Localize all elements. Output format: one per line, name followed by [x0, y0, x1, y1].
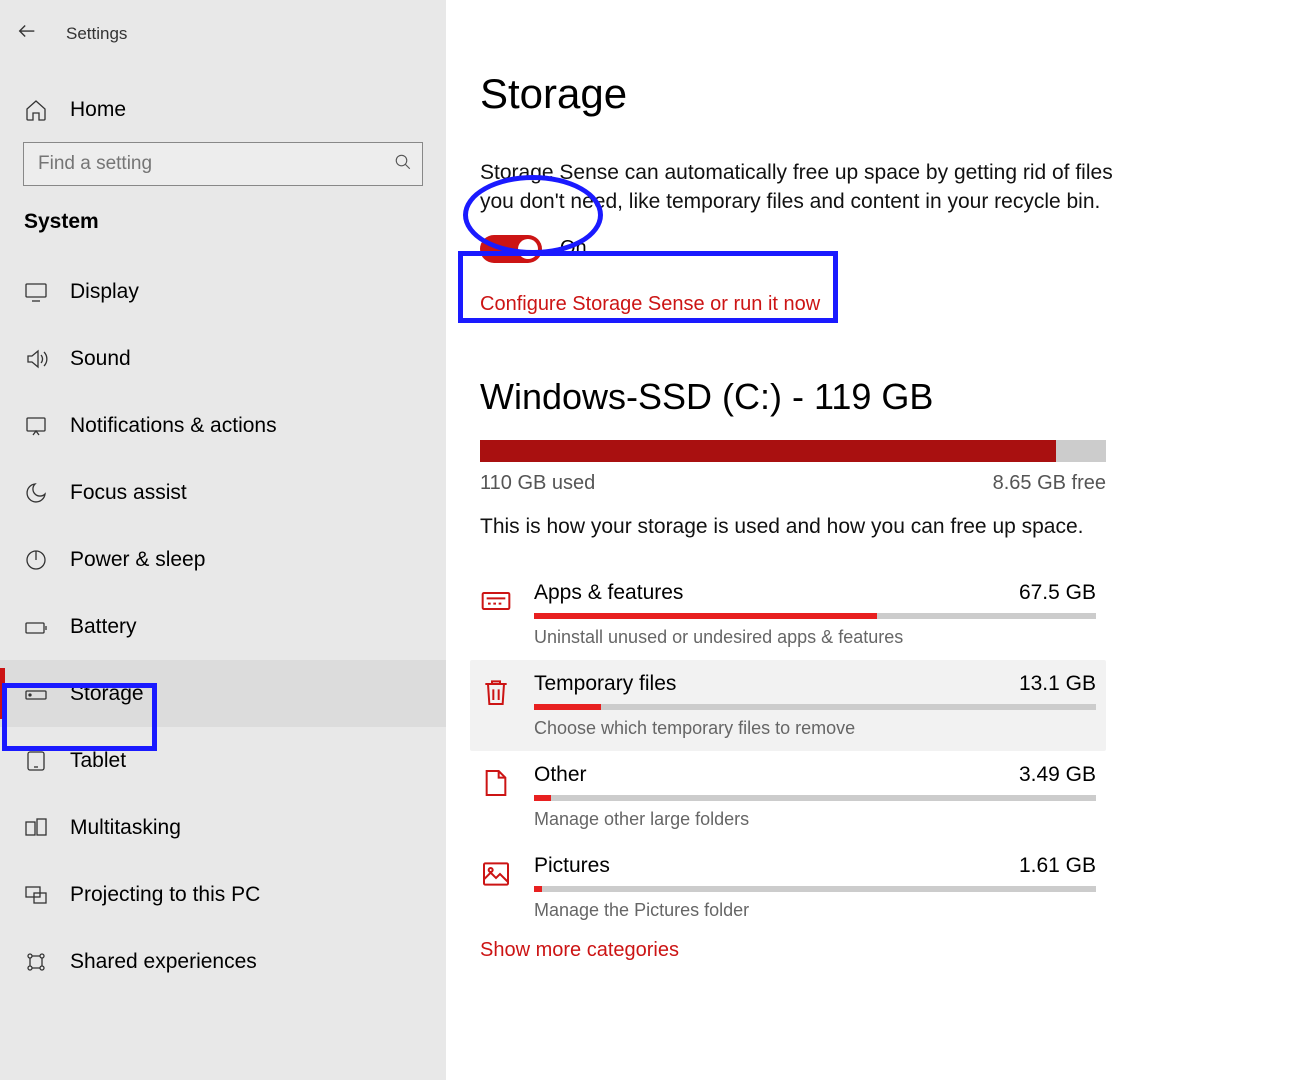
usage-description: This is how your storage is used and how… — [480, 515, 1233, 539]
nav-item-sound[interactable]: Sound — [0, 325, 446, 392]
main-content: Storage Storage Sense can automatically … — [446, 0, 1293, 1080]
sidebar: Settings Home System Display Sound Notif… — [0, 0, 446, 1080]
search-input-wrap[interactable] — [23, 142, 423, 186]
category-subtext: Choose which temporary files to remove — [534, 718, 1096, 739]
nav-label: Battery — [70, 615, 137, 639]
category-subtext: Manage the Pictures folder — [534, 900, 1096, 921]
category-size: 3.49 GB — [1019, 763, 1096, 787]
nav-label: Focus assist — [70, 481, 187, 505]
shared-experiences-icon — [24, 950, 48, 974]
section-heading-system: System — [0, 210, 446, 258]
battery-icon — [24, 615, 48, 639]
category-size: 1.61 GB — [1019, 854, 1096, 878]
nav-home[interactable]: Home — [0, 78, 446, 142]
configure-storage-sense-link[interactable]: Configure Storage Sense or run it now — [480, 293, 820, 316]
nav-label: Multitasking — [70, 816, 181, 840]
page-title: Storage — [480, 70, 1233, 118]
home-icon — [24, 98, 48, 122]
tablet-icon — [24, 749, 48, 773]
drive-usage-bar — [480, 440, 1106, 462]
drive-used-label: 110 GB used — [480, 472, 595, 495]
category-subtext: Manage other large folders — [534, 809, 1096, 830]
search-input[interactable] — [38, 153, 394, 175]
category-bar — [534, 795, 1096, 801]
category-icon — [480, 858, 512, 890]
nav-item-power-sleep[interactable]: Power & sleep — [0, 526, 446, 593]
nav-label: Storage — [70, 682, 144, 706]
nav-label: Projecting to this PC — [70, 883, 260, 907]
nav-item-multitasking[interactable]: Multitasking — [0, 794, 446, 861]
app-title: Settings — [66, 24, 127, 44]
nav-list: Display Sound Notifications & actions Fo… — [0, 258, 446, 995]
nav-label: Notifications & actions — [70, 414, 277, 438]
storage-category-row[interactable]: Pictures 1.61 GB Manage the Pictures folde… — [480, 842, 1106, 933]
nav-item-projecting[interactable]: Projecting to this PC — [0, 861, 446, 928]
display-icon — [24, 280, 48, 304]
storage-sense-toggle[interactable] — [480, 235, 542, 263]
drive-heading: Windows-SSD (C:) - 119 GB — [480, 376, 1233, 418]
category-subtext: Uninstall unused or undesired apps & fea… — [534, 627, 1096, 648]
drive-free-label: 8.65 GB free — [993, 472, 1106, 495]
storage-category-row[interactable]: Temporary files 13.1 GB Choose which tempo… — [470, 660, 1106, 751]
category-icon — [480, 585, 512, 617]
category-bar — [534, 613, 1096, 619]
nav-label: Display — [70, 280, 139, 304]
sound-icon — [24, 347, 48, 371]
category-size: 13.1 GB — [1019, 672, 1096, 696]
nav-label: Power & sleep — [70, 548, 205, 572]
moon-icon — [24, 481, 48, 505]
power-icon — [24, 548, 48, 572]
toggle-state-label: On — [560, 237, 587, 260]
nav-item-display[interactable]: Display — [0, 258, 446, 325]
storage-sense-description: Storage Sense can automatically free up … — [480, 158, 1120, 217]
nav-item-notifications[interactable]: Notifications & actions — [0, 392, 446, 459]
drive-usage-fill — [480, 440, 1056, 462]
category-name: Apps & features — [534, 581, 683, 605]
category-icon — [480, 767, 512, 799]
nav-item-tablet[interactable]: Tablet — [0, 727, 446, 794]
search-icon — [394, 153, 412, 176]
back-arrow-icon[interactable] — [16, 20, 38, 48]
storage-category-list: Apps & features 67.5 GB Uninstall unused o… — [480, 569, 1106, 933]
storage-icon — [24, 682, 48, 706]
show-more-categories-link[interactable]: Show more categories — [480, 939, 679, 962]
multitasking-icon — [24, 816, 48, 840]
nav-item-shared-experiences[interactable]: Shared experiences — [0, 928, 446, 995]
category-bar — [534, 704, 1096, 710]
nav-item-storage[interactable]: Storage — [0, 660, 446, 727]
projecting-icon — [24, 883, 48, 907]
storage-category-row[interactable]: Other 3.49 GB Manage other large folders — [480, 751, 1106, 842]
nav-item-battery[interactable]: Battery — [0, 593, 446, 660]
category-name: Pictures — [534, 854, 610, 878]
nav-label: Shared experiences — [70, 950, 257, 974]
nav-item-focus-assist[interactable]: Focus assist — [0, 459, 446, 526]
nav-home-label: Home — [70, 98, 126, 122]
category-name: Temporary files — [534, 672, 676, 696]
category-size: 67.5 GB — [1019, 581, 1096, 605]
storage-category-row[interactable]: Apps & features 67.5 GB Uninstall unused o… — [480, 569, 1106, 660]
nav-label: Tablet — [70, 749, 126, 773]
category-name: Other — [534, 763, 587, 787]
category-bar — [534, 886, 1096, 892]
category-icon — [480, 676, 512, 708]
nav-label: Sound — [70, 347, 131, 371]
notifications-icon — [24, 414, 48, 438]
